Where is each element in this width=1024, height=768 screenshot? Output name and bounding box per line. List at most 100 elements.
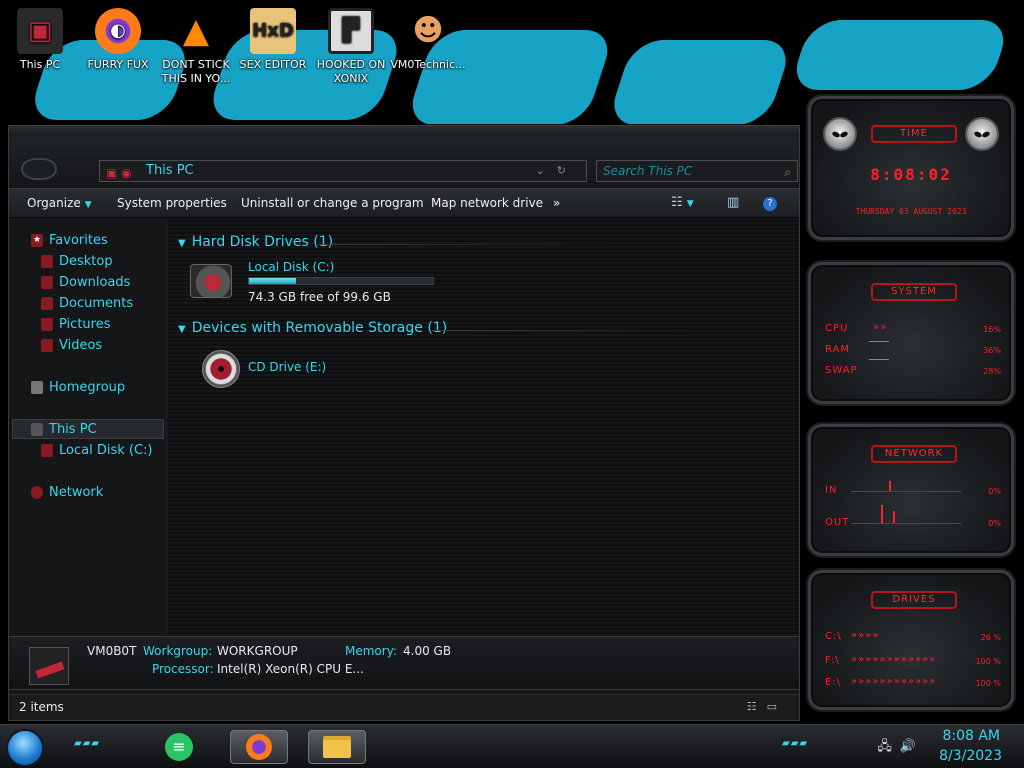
taskbar-clock-time[interactable]: 8:08 AM xyxy=(942,728,1000,744)
network-tray-icon[interactable]: 🖧 xyxy=(877,739,900,754)
address-bar[interactable]: ▣ ◉ This PC ⌄↻ xyxy=(99,160,587,182)
desktop-icon-label: FURRY FUX xyxy=(87,58,149,71)
workgroup-label: Workgroup: xyxy=(143,644,213,658)
sidebar-item-downloads[interactable]: Downloads xyxy=(9,273,167,293)
preview-pane-icon[interactable]: ▥ xyxy=(727,195,739,210)
network-out-value: 0% xyxy=(988,519,1001,528)
sidebar-item-label: This PC xyxy=(49,422,97,437)
desktop-icon-label: This PC xyxy=(19,58,61,71)
sidebar-item-pictures[interactable]: Pictures xyxy=(9,315,167,335)
homegroup-icon xyxy=(31,381,43,394)
status-bar: 2 items ☷▭ xyxy=(9,694,799,720)
group-header-hard-disks[interactable]: ▼ Hard Disk Drives (1) xyxy=(178,234,333,250)
map-network-drive-button[interactable]: Map network drive xyxy=(431,196,543,210)
swap-label: SWAP xyxy=(825,365,858,376)
drive-f-bar-icon: »»»»»»»»»»»» xyxy=(851,654,937,665)
drive-item-e[interactable]: CD Drive (E:) xyxy=(188,348,388,392)
desktop-icon-xonix[interactable]: ▛ HOOKED ON XONIX xyxy=(313,0,389,86)
wallpaper-stroke xyxy=(788,20,1012,90)
details-pane: VM0B0T Workgroup: WORKGROUP Memory: 4.00… xyxy=(9,636,799,690)
chevron-down-icon: ▼ xyxy=(178,324,186,335)
chevron-down-icon: ▼ xyxy=(84,200,92,210)
volume-icon[interactable]: 🔊 xyxy=(900,739,924,754)
start-button[interactable] xyxy=(6,729,44,767)
change-view-icon[interactable]: ☷ ▼ xyxy=(671,195,694,210)
refresh-icon[interactable]: ⌄↻ xyxy=(536,161,578,181)
computer-name: VM0B0T xyxy=(87,644,137,658)
command-bar: Organize ▼ System properties Uninstall or… xyxy=(9,188,799,218)
network-out-spike xyxy=(881,505,883,523)
system-gadget[interactable]: SYSTEM CPU »» 16% RAM 36% SWAP 28% xyxy=(808,262,1014,404)
organize-button[interactable]: Organize ▼ xyxy=(27,196,92,210)
view-toggle-icon[interactable]: ☷▭ xyxy=(747,700,787,713)
desktop-icon-user[interactable]: ☻ VM0Technic... xyxy=(390,0,466,72)
help-icon[interactable]: ? xyxy=(763,197,777,211)
star-icon: ★ xyxy=(31,234,43,247)
drives-gadget[interactable]: DRIVES C:\ »»»» 26 % F:\ »»»»»»»»»»»» 10… xyxy=(808,570,1014,710)
content-pane: ▼ Hard Disk Drives (1) Local Disk (C:) 74… xyxy=(168,220,799,634)
cd-drive-icon xyxy=(202,350,240,388)
drive-item-c[interactable]: Local Disk (C:) 74.3 GB free of 99.6 GB xyxy=(188,260,434,304)
desktop-icon-label: VM0Technic... xyxy=(390,58,466,71)
sidebar-item-homegroup[interactable]: Homegroup xyxy=(9,378,167,398)
ram-value: 36% xyxy=(983,346,1001,355)
sidebar-item-desktop[interactable]: Desktop xyxy=(9,252,167,272)
drive-f-label: F:\ xyxy=(825,655,840,666)
sidebar-item-documents[interactable]: Documents xyxy=(9,294,167,314)
network-gadget[interactable]: NETWORK IN 0% OUT 0% xyxy=(808,424,1014,556)
desktop-icon-label: HOOKED ON XONIX xyxy=(316,58,386,85)
system-properties-button[interactable]: System properties xyxy=(117,196,227,210)
computer-icon xyxy=(31,423,43,436)
downloads-icon xyxy=(41,276,53,289)
network-out-spike xyxy=(893,511,895,523)
documents-icon xyxy=(41,297,53,310)
drive-usage-bar xyxy=(248,277,434,285)
navigation-pane: ★ Favorites Desktop Downloads Documents … xyxy=(9,220,167,634)
gadget-title: TIME xyxy=(871,125,957,143)
taskbar-app-firefox[interactable] xyxy=(230,730,288,764)
network-in-label: IN xyxy=(825,485,838,496)
drive-c-bar-icon: »»»» xyxy=(851,630,880,641)
cpu-value: 16% xyxy=(983,325,1001,334)
sidebar-item-label: Desktop xyxy=(59,254,113,269)
sidebar-item-local-disk[interactable]: Local Disk (C:) xyxy=(9,441,167,461)
sidebar-item-favorites[interactable]: ★ Favorites xyxy=(9,231,167,251)
ram-label: RAM xyxy=(825,344,851,355)
group-header-removable[interactable]: ▼ Devices with Removable Storage (1) xyxy=(178,320,447,336)
taskbar-app-notes[interactable]: ≡ xyxy=(150,730,208,764)
search-placeholder: Search This PC xyxy=(603,164,693,178)
sidebar-item-this-pc[interactable]: This PC xyxy=(12,419,164,439)
search-input[interactable]: Search This PC ⌕ xyxy=(596,160,798,182)
address-text: This PC xyxy=(146,163,194,178)
time-clock: 8:08:02 xyxy=(870,165,952,184)
desktop-icon-label: DONT STICK THIS IN YO... xyxy=(161,58,231,85)
sidebar-item-network[interactable]: Network xyxy=(9,483,167,503)
drive-name: CD Drive (E:) xyxy=(248,360,327,374)
more-commands-button[interactable]: » xyxy=(553,196,560,210)
gadget-title: SYSTEM xyxy=(871,283,957,301)
gadget-title: DRIVES xyxy=(871,591,957,609)
uninstall-program-button[interactable]: Uninstall or change a program xyxy=(241,196,424,210)
taskbar-clock-date[interactable]: 8/3/2023 xyxy=(939,748,1002,764)
time-gadget[interactable]: TIME 8:08:02 THURSDAY 03 AUGUST 2023 xyxy=(808,96,1014,240)
back-button[interactable] xyxy=(21,158,57,180)
firefox-icon xyxy=(246,734,272,760)
desktop-icon-hxd[interactable]: HxD SEX EDITOR xyxy=(235,0,311,72)
title-bar[interactable] xyxy=(9,126,799,136)
workgroup-value: WORKGROUP xyxy=(217,644,298,658)
network-in-spike xyxy=(889,481,891,491)
alien-logo-icon xyxy=(965,117,999,151)
user-icon: ☻ xyxy=(412,13,444,48)
organize-label: Organize xyxy=(27,196,81,210)
memory-label: Memory: xyxy=(345,644,397,658)
desktop-icon-this-pc[interactable]: ▣ This PC xyxy=(2,0,78,72)
desktop-icon-firefox[interactable]: ◐ FURRY FUX xyxy=(80,0,156,72)
drive-free-space: 74.3 GB free of 99.6 GB xyxy=(248,290,391,304)
group-header-label: Devices with Removable Storage (1) xyxy=(191,320,448,336)
drive-name: Local Disk (C:) xyxy=(248,260,335,274)
vlc-icon: ▲ xyxy=(182,11,210,51)
computer-icon: ▣ ◉ xyxy=(106,166,132,180)
sidebar-item-videos[interactable]: Videos xyxy=(9,336,167,356)
taskbar-app-explorer[interactable] xyxy=(308,730,366,764)
desktop-icon-vlc[interactable]: ▲ DONT STICK THIS IN YO... xyxy=(158,0,234,86)
